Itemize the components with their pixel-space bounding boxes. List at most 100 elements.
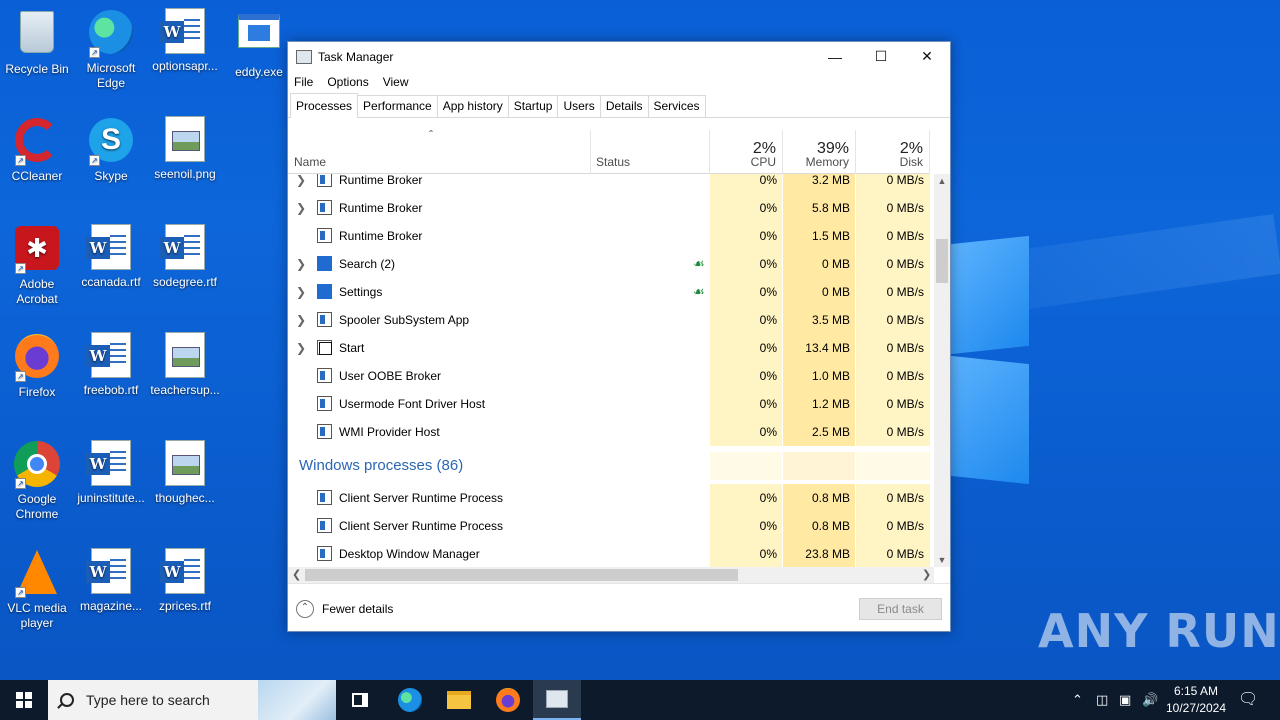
process-row[interactable]: Desktop Window Manager 0% 23.8 MB 0 MB/s: [288, 540, 930, 567]
scroll-up-icon[interactable]: ▲: [934, 176, 950, 186]
vertical-scrollbar[interactable]: ▲ ▼: [934, 174, 950, 567]
scroll-right-icon[interactable]: ❯: [922, 567, 931, 583]
process-row[interactable]: Runtime Broker 0% 1.5 MB 0 MB/s: [288, 222, 930, 250]
close-button[interactable]: ✕: [904, 42, 950, 71]
tab-details[interactable]: Details: [599, 95, 649, 117]
process-row[interactable]: Client Server Runtime Process 0% 0.8 MB 0 M…: [288, 512, 930, 540]
desktop-icon[interactable]: ✱ ↗ Adobe Acrobat: [0, 224, 74, 307]
group-header-windows-processes[interactable]: Windows processes (86): [288, 452, 930, 480]
process-name: Spooler SubSystem App: [339, 313, 470, 327]
tab-startup[interactable]: Startup: [507, 95, 559, 117]
expand-chevron-icon[interactable]: ❯: [296, 334, 306, 362]
desktop-icon[interactable]: Wmagazine...: [74, 548, 148, 614]
memory-value: 13.4 MB: [805, 341, 850, 355]
minimize-button[interactable]: —: [812, 42, 858, 71]
expand-chevron-icon[interactable]: ❯: [296, 250, 306, 278]
tab-app-history[interactable]: App history: [436, 95, 509, 117]
meet-now-icon[interactable]: ◫: [1096, 680, 1108, 720]
scroll-down-icon[interactable]: ▼: [934, 555, 950, 565]
process-list: ❯ Runtime Broker 0% 3.2 MB 0 MB/s ❯ Runtime Br…: [288, 174, 930, 567]
process-row[interactable]: User OOBE Broker 0% 1.0 MB 0 MB/s: [288, 362, 930, 390]
menu-file[interactable]: File: [294, 75, 313, 89]
process-row[interactable]: ❯ Start 0% 13.4 MB 0 MB/s: [288, 334, 930, 362]
tab-users[interactable]: Users: [557, 95, 601, 117]
process-row[interactable]: Usermode Font Driver Host 0% 1.2 MB 0 MB/s: [288, 390, 930, 418]
desktop-icon[interactable]: Wjuninstitute...: [74, 440, 148, 506]
title-bar[interactable]: Task Manager — ☐ ✕: [288, 42, 950, 71]
tab-performance[interactable]: Performance: [357, 95, 438, 117]
network-icon[interactable]: ▣: [1119, 680, 1131, 720]
file-explorer-icon[interactable]: [435, 680, 483, 720]
taskbar-firefox-icon[interactable]: [484, 680, 532, 720]
column-memory-label: Memory: [805, 155, 849, 169]
taskbar-clock[interactable]: 6:15 AM 10/27/2024: [1160, 683, 1232, 717]
task-manager-window[interactable]: Task Manager — ☐ ✕ File Options View Pro…: [287, 41, 951, 632]
expand-chevron-icon[interactable]: ❯: [296, 306, 306, 334]
taskbar-task-manager-icon[interactable]: [533, 680, 581, 720]
taskbar-edge-icon[interactable]: [386, 680, 434, 720]
clock-time: 6:15 AM: [1173, 684, 1219, 698]
process-row[interactable]: Client Server Runtime Process 0% 0.8 MB 0 M…: [288, 484, 930, 512]
desktop-icon[interactable]: Recycle Bin: [0, 8, 74, 77]
shortcut-arrow-icon: ↗: [15, 155, 26, 166]
desktop-icon[interactable]: eddy.exe: [222, 8, 296, 80]
menu-options[interactable]: Options: [327, 75, 368, 89]
process-row[interactable]: ❯ Spooler SubSystem App 0% 3.5 MB 0 MB/s: [288, 306, 930, 334]
maximize-button[interactable]: ☐: [858, 42, 904, 71]
horizontal-scroll-thumb[interactable]: [305, 569, 738, 581]
desktop-icon[interactable]: ↗ Google Chrome: [0, 440, 74, 522]
desktop-icon[interactable]: seenoil.png: [148, 116, 222, 182]
app-window-icon: [317, 518, 332, 533]
expand-chevron-icon[interactable]: ❯: [296, 278, 306, 306]
expand-chevron-icon[interactable]: ❯: [296, 174, 306, 194]
column-cpu[interactable]: 2% CPU: [710, 130, 783, 174]
fewer-details-button[interactable]: ⌃ Fewer details: [296, 600, 393, 618]
column-disk[interactable]: 2% Disk: [856, 130, 930, 174]
anyrun-watermark: ANY RUN: [1038, 604, 1280, 658]
desktop-icon[interactable]: Wccanada.rtf: [74, 224, 148, 290]
process-row[interactable]: WMI Provider Host 0% 2.5 MB 0 MB/s: [288, 418, 930, 446]
desktop-icon[interactable]: ↗ CCleaner: [0, 116, 74, 184]
chrome-icon: ↗: [13, 441, 61, 489]
desktop-icon[interactable]: teachersup...: [148, 332, 222, 398]
tab-services[interactable]: Services: [647, 95, 706, 117]
app-window-icon: [317, 200, 332, 215]
start-button[interactable]: [0, 680, 48, 720]
desktop-icon[interactable]: S ↗ Skype: [74, 116, 148, 184]
desktop-icon[interactable]: Wsodegree.rtf: [148, 224, 222, 290]
process-name: WMI Provider Host: [339, 425, 440, 439]
vertical-scroll-thumb[interactable]: [936, 239, 948, 283]
process-row[interactable]: ❯ Search (2) ☙ 0% 0 MB 0 MB/s: [288, 250, 930, 278]
desktop-icon[interactable]: Woptionsapr...: [148, 8, 222, 74]
process-row[interactable]: ❯ Runtime Broker 0% 3.2 MB 0 MB/s: [288, 174, 930, 194]
task-view-icon[interactable]: [336, 680, 384, 720]
column-status[interactable]: Status: [591, 130, 710, 174]
menu-view[interactable]: View: [383, 75, 409, 89]
desktop-icon[interactable]: Wzprices.rtf: [148, 548, 222, 614]
desktop-icon[interactable]: ↗ Firefox: [0, 332, 74, 400]
tab-processes[interactable]: Processes: [290, 93, 359, 118]
disk-cell-bg: [856, 452, 930, 480]
end-task-button[interactable]: End task: [859, 598, 942, 620]
desktop-icon[interactable]: thoughec...: [148, 440, 222, 506]
column-memory[interactable]: 39% Memory: [783, 130, 856, 174]
horizontal-scrollbar[interactable]: ❮ ❯: [288, 567, 934, 583]
process-row[interactable]: ❯ Runtime Broker 0% 5.8 MB 0 MB/s: [288, 194, 930, 222]
scroll-left-icon[interactable]: ❮: [292, 567, 301, 583]
desktop-icon-label: seenoil.png: [154, 167, 216, 181]
column-name[interactable]: ˆ Name: [288, 128, 591, 174]
firefox-icon: ↗: [13, 334, 61, 382]
expand-chevron-icon[interactable]: ❯: [296, 194, 306, 222]
volume-icon[interactable]: 🔊: [1142, 680, 1158, 720]
shortcut-arrow-icon: ↗: [15, 263, 26, 274]
desktop-icon[interactable]: ↗ VLC media player: [0, 548, 74, 631]
process-row[interactable]: ❯ Settings ☙ 0% 0 MB 0 MB/s: [288, 278, 930, 306]
notification-icon[interactable]: 🗨: [1238, 680, 1258, 720]
tray-overflow-icon[interactable]: ⌃: [1072, 680, 1083, 720]
process-name: Runtime Broker: [339, 201, 423, 215]
desktop-icon[interactable]: Wfreebob.rtf: [74, 332, 148, 398]
desktop-icon[interactable]: ↗ Microsoft Edge: [74, 8, 148, 91]
memory-value: 1.2 MB: [811, 397, 850, 411]
taskbar-search-box[interactable]: Type here to search: [48, 680, 336, 720]
cpu-value: 0%: [759, 397, 777, 411]
